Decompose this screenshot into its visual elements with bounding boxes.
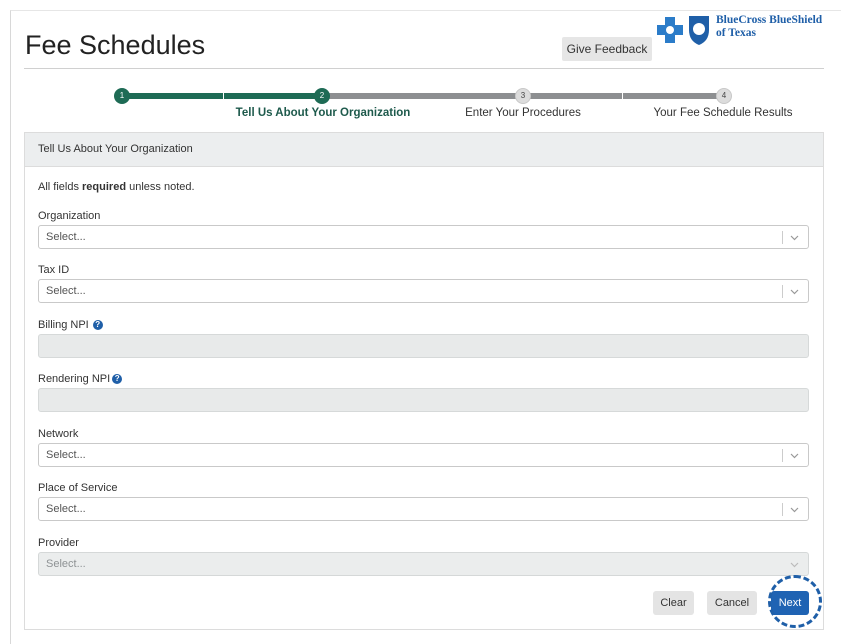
step-2-dot: 2 — [314, 88, 330, 104]
header-divider — [24, 68, 824, 69]
question-circle-icon[interactable]: ? — [112, 374, 123, 385]
give-feedback-button[interactable]: Give Feedback — [562, 37, 652, 61]
tax-id-label: Tax ID — [38, 264, 70, 276]
bcbs-logo: BlueCross BlueShield of Texas — [656, 13, 836, 47]
chevron-down-icon — [790, 235, 799, 241]
billing-npi-field — [38, 334, 809, 358]
note-suffix: unless noted. — [126, 181, 195, 193]
step-tick — [622, 93, 623, 99]
step-4-dot: 4 — [716, 88, 732, 104]
cancel-button[interactable]: Cancel — [707, 591, 757, 615]
clear-button[interactable]: Clear — [653, 591, 694, 615]
panel-heading: Tell Us About Your Organization — [25, 133, 823, 167]
provider-placeholder: Select... — [46, 558, 86, 570]
select-separator — [782, 231, 783, 244]
step-1-dot: 1 — [114, 88, 130, 104]
select-separator — [782, 503, 783, 516]
place-of-service-placeholder: Select... — [46, 503, 86, 515]
chevron-down-icon — [790, 507, 799, 513]
provider-label: Provider — [38, 537, 79, 549]
step-tick — [223, 93, 224, 99]
bluecross-blueshield-icon — [657, 16, 709, 45]
organization-label: Organization — [38, 210, 101, 222]
question-circle-icon[interactable]: ? — [92, 320, 103, 331]
chevron-down-icon — [790, 562, 799, 568]
chevron-down-icon — [790, 289, 799, 295]
provider-select: Select... — [38, 552, 809, 576]
note-prefix: All fields — [38, 181, 83, 193]
organization-placeholder: Select... — [46, 231, 86, 243]
network-placeholder: Select... — [46, 449, 86, 461]
billing-npi-label: Billing NPI? — [38, 319, 103, 331]
place-of-service-select[interactable]: Select... — [38, 497, 809, 521]
note-required: required — [82, 181, 127, 193]
rendering-npi-label: Rendering NPI? — [38, 373, 123, 385]
chevron-down-icon — [790, 453, 799, 459]
step-line-complete — [122, 93, 322, 99]
network-label: Network — [38, 428, 79, 440]
step-3-dot: 3 — [515, 88, 531, 104]
step-2-label: Tell Us About Your Organization — [235, 107, 411, 119]
logo-text-line1: BlueCross BlueShield — [716, 14, 823, 26]
rendering-npi-field — [38, 388, 809, 412]
progress-stepper: 1 2 3 4 Tell Us About Your Organization … — [0, 86, 842, 126]
tax-id-placeholder: Select... — [46, 285, 86, 297]
required-note: All fields required unless noted. — [38, 181, 195, 193]
tax-id-select[interactable]: Select... — [38, 279, 809, 303]
page-title: Fee Schedules — [25, 30, 206, 60]
organization-select[interactable]: Select... — [38, 225, 809, 249]
organization-form-panel: Tell Us About Your Organization All fiel… — [24, 132, 824, 630]
network-select[interactable]: Select... — [38, 443, 809, 467]
billing-npi-label-text: Billing NPI — [38, 319, 89, 331]
select-separator — [782, 285, 783, 298]
place-of-service-label: Place of Service — [38, 482, 118, 494]
next-button[interactable]: Next — [771, 591, 809, 615]
step-3-label: Enter Your Procedures — [465, 107, 581, 119]
logo-text-line2: of Texas — [716, 27, 756, 39]
rendering-npi-label-text: Rendering NPI — [38, 373, 111, 385]
step-4-label: Your Fee Schedule Results — [653, 107, 793, 119]
select-separator — [782, 449, 783, 462]
